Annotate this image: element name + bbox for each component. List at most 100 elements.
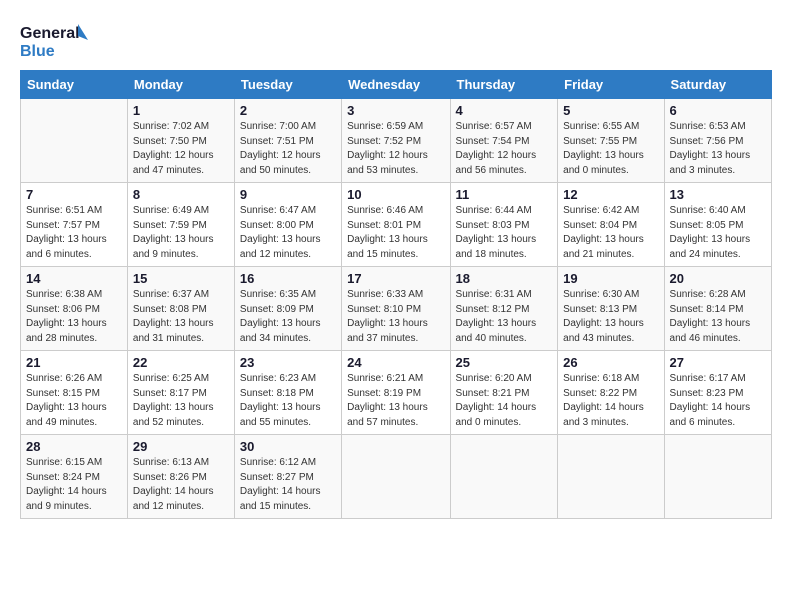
- calendar-week-row: 1Sunrise: 7:02 AMSunset: 7:50 PMDaylight…: [21, 99, 772, 183]
- day-detail: Sunrise: 6:17 AMSunset: 8:23 PMDaylight:…: [670, 372, 766, 430]
- logo: GeneralBlue: [20, 20, 90, 60]
- day-number: 15: [133, 271, 229, 286]
- day-detail: Sunrise: 6:18 AMSunset: 8:22 PMDaylight:…: [563, 372, 658, 430]
- calendar-day-cell: 23 Sunrise: 6:23 AMSunset: 8:18 PMDayligh…: [234, 351, 341, 435]
- day-detail: Sunrise: 6:25 AMSunset: 8:17 PMDaylight:…: [133, 372, 229, 430]
- day-detail: Sunrise: 6:47 AMSunset: 8:00 PMDaylight:…: [240, 204, 336, 262]
- calendar-day-cell: 28 Sunrise: 6:15 AMSunset: 8:24 PMDayligh…: [21, 435, 128, 519]
- day-of-week-header: Tuesday: [234, 71, 341, 99]
- calendar-day-cell: 13Sunrise: 6:40 AMSunset: 8:05 PMDayligh…: [664, 183, 771, 267]
- day-number: 9: [240, 187, 336, 202]
- calendar-day-cell: 9 Sunrise: 6:47 AMSunset: 8:00 PMDaylight…: [234, 183, 341, 267]
- day-number: 30: [240, 439, 336, 454]
- day-detail: Sunrise: 6:57 AMSunset: 7:54 PMDaylight:…: [456, 120, 553, 178]
- day-number: 6: [670, 103, 766, 118]
- calendar-day-cell: [21, 99, 128, 183]
- day-number: 23: [240, 355, 336, 370]
- day-number: 10: [347, 187, 444, 202]
- calendar-day-cell: 10 Sunrise: 6:46 AMSunset: 8:01 PMDayligh…: [342, 183, 450, 267]
- day-number: 26: [563, 355, 658, 370]
- day-number: 25: [456, 355, 553, 370]
- day-of-week-header: Thursday: [450, 71, 558, 99]
- day-detail: Sunrise: 6:33 AMSunset: 8:10 PMDaylight:…: [347, 288, 444, 346]
- calendar-header-row: SundayMondayTuesdayWednesdayThursdayFrid…: [21, 71, 772, 99]
- calendar-week-row: 21 Sunrise: 6:26 AMSunset: 8:15 PMDayligh…: [21, 351, 772, 435]
- day-of-week-header: Friday: [558, 71, 664, 99]
- day-of-week-header: Monday: [127, 71, 234, 99]
- day-detail: Sunrise: 6:55 AMSunset: 7:55 PMDaylight:…: [563, 120, 658, 178]
- svg-text:General: General: [20, 25, 80, 42]
- calendar-day-cell: 2 Sunrise: 7:00 AMSunset: 7:51 PMDaylight…: [234, 99, 341, 183]
- day-number: 11: [456, 187, 553, 202]
- day-number: 8: [133, 187, 229, 202]
- calendar-day-cell: 20Sunrise: 6:28 AMSunset: 8:14 PMDayligh…: [664, 267, 771, 351]
- calendar-day-cell: [342, 435, 450, 519]
- day-detail: Sunrise: 6:35 AMSunset: 8:09 PMDaylight:…: [240, 288, 336, 346]
- calendar-day-cell: 11 Sunrise: 6:44 AMSunset: 8:03 PMDayligh…: [450, 183, 558, 267]
- day-detail: Sunrise: 6:28 AMSunset: 8:14 PMDaylight:…: [670, 288, 766, 346]
- calendar-week-row: 14 Sunrise: 6:38 AMSunset: 8:06 PMDayligh…: [21, 267, 772, 351]
- day-number: 7: [26, 187, 122, 202]
- day-detail: Sunrise: 6:21 AMSunset: 8:19 PMDaylight:…: [347, 372, 444, 430]
- day-number: 4: [456, 103, 553, 118]
- day-number: 24: [347, 355, 444, 370]
- day-of-week-header: Saturday: [664, 71, 771, 99]
- day-detail: Sunrise: 6:15 AMSunset: 8:24 PMDaylight:…: [26, 456, 122, 514]
- day-number: 27: [670, 355, 766, 370]
- day-number: 19: [563, 271, 658, 286]
- calendar-day-cell: 4 Sunrise: 6:57 AMSunset: 7:54 PMDaylight…: [450, 99, 558, 183]
- calendar-day-cell: 14 Sunrise: 6:38 AMSunset: 8:06 PMDayligh…: [21, 267, 128, 351]
- day-detail: Sunrise: 6:37 AMSunset: 8:08 PMDaylight:…: [133, 288, 229, 346]
- calendar-day-cell: 18 Sunrise: 6:31 AMSunset: 8:12 PMDayligh…: [450, 267, 558, 351]
- calendar-day-cell: 21 Sunrise: 6:26 AMSunset: 8:15 PMDayligh…: [21, 351, 128, 435]
- calendar-day-cell: 16Sunrise: 6:35 AMSunset: 8:09 PMDayligh…: [234, 267, 341, 351]
- day-detail: Sunrise: 6:38 AMSunset: 8:06 PMDaylight:…: [26, 288, 122, 346]
- day-number: 5: [563, 103, 658, 118]
- calendar-day-cell: 30 Sunrise: 6:12 AMSunset: 8:27 PMDayligh…: [234, 435, 341, 519]
- calendar-week-row: 7Sunrise: 6:51 AMSunset: 7:57 PMDaylight…: [21, 183, 772, 267]
- day-number: 12: [563, 187, 658, 202]
- day-detail: Sunrise: 6:12 AMSunset: 8:27 PMDaylight:…: [240, 456, 336, 514]
- calendar-table: SundayMondayTuesdayWednesdayThursdayFrid…: [20, 70, 772, 519]
- day-number: 3: [347, 103, 444, 118]
- calendar-day-cell: 1Sunrise: 7:02 AMSunset: 7:50 PMDaylight…: [127, 99, 234, 183]
- calendar-day-cell: 24 Sunrise: 6:21 AMSunset: 8:19 PMDayligh…: [342, 351, 450, 435]
- calendar-day-cell: 3 Sunrise: 6:59 AMSunset: 7:52 PMDaylight…: [342, 99, 450, 183]
- calendar-day-cell: 29Sunrise: 6:13 AMSunset: 8:26 PMDayligh…: [127, 435, 234, 519]
- day-number: 14: [26, 271, 122, 286]
- day-detail: Sunrise: 6:20 AMSunset: 8:21 PMDaylight:…: [456, 372, 553, 430]
- calendar-day-cell: 17Sunrise: 6:33 AMSunset: 8:10 PMDayligh…: [342, 267, 450, 351]
- calendar-day-cell: 12 Sunrise: 6:42 AMSunset: 8:04 PMDayligh…: [558, 183, 664, 267]
- calendar-body: 1Sunrise: 7:02 AMSunset: 7:50 PMDaylight…: [21, 99, 772, 519]
- day-number: 28: [26, 439, 122, 454]
- calendar-day-cell: 19 Sunrise: 6:30 AMSunset: 8:13 PMDayligh…: [558, 267, 664, 351]
- calendar-day-cell: 26 Sunrise: 6:18 AMSunset: 8:22 PMDayligh…: [558, 351, 664, 435]
- logo-svg: GeneralBlue: [20, 20, 90, 60]
- day-number: 21: [26, 355, 122, 370]
- calendar-week-row: 28 Sunrise: 6:15 AMSunset: 8:24 PMDayligh…: [21, 435, 772, 519]
- day-detail: Sunrise: 7:00 AMSunset: 7:51 PMDaylight:…: [240, 120, 336, 178]
- day-detail: Sunrise: 6:59 AMSunset: 7:52 PMDaylight:…: [347, 120, 444, 178]
- day-detail: Sunrise: 6:30 AMSunset: 8:13 PMDaylight:…: [563, 288, 658, 346]
- page-header: GeneralBlue: [20, 20, 772, 60]
- day-number: 1: [133, 103, 229, 118]
- day-number: 2: [240, 103, 336, 118]
- day-detail: Sunrise: 6:46 AMSunset: 8:01 PMDaylight:…: [347, 204, 444, 262]
- day-number: 13: [670, 187, 766, 202]
- day-detail: Sunrise: 6:23 AMSunset: 8:18 PMDaylight:…: [240, 372, 336, 430]
- day-detail: Sunrise: 6:44 AMSunset: 8:03 PMDaylight:…: [456, 204, 553, 262]
- svg-text:Blue: Blue: [20, 43, 55, 60]
- day-detail: Sunrise: 6:42 AMSunset: 8:04 PMDaylight:…: [563, 204, 658, 262]
- day-detail: Sunrise: 6:31 AMSunset: 8:12 PMDaylight:…: [456, 288, 553, 346]
- day-number: 18: [456, 271, 553, 286]
- calendar-day-cell: 6Sunrise: 6:53 AMSunset: 7:56 PMDaylight…: [664, 99, 771, 183]
- day-number: 22: [133, 355, 229, 370]
- day-of-week-header: Sunday: [21, 71, 128, 99]
- day-detail: Sunrise: 6:49 AMSunset: 7:59 PMDaylight:…: [133, 204, 229, 262]
- calendar-day-cell: 5 Sunrise: 6:55 AMSunset: 7:55 PMDaylight…: [558, 99, 664, 183]
- calendar-day-cell: 22 Sunrise: 6:25 AMSunset: 8:17 PMDayligh…: [127, 351, 234, 435]
- day-detail: Sunrise: 6:26 AMSunset: 8:15 PMDaylight:…: [26, 372, 122, 430]
- calendar-day-cell: 25 Sunrise: 6:20 AMSunset: 8:21 PMDayligh…: [450, 351, 558, 435]
- day-number: 29: [133, 439, 229, 454]
- calendar-day-cell: 7Sunrise: 6:51 AMSunset: 7:57 PMDaylight…: [21, 183, 128, 267]
